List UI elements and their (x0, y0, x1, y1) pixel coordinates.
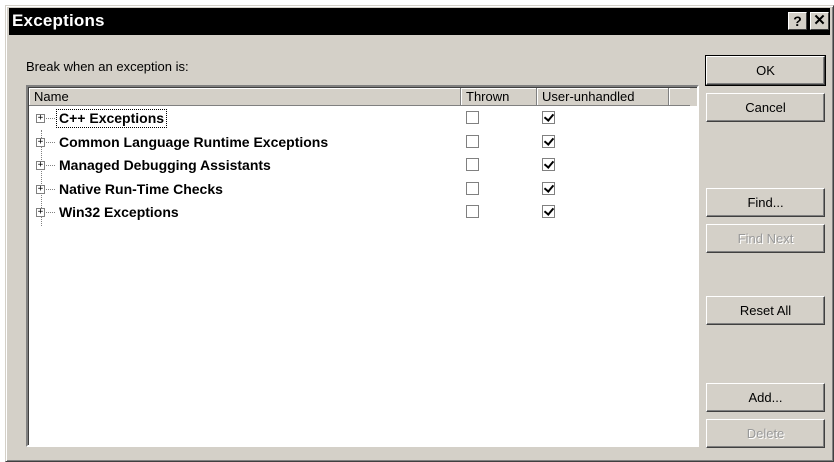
user-unhandled-checkbox[interactable] (542, 205, 555, 218)
reset-all-button[interactable]: Reset All (706, 296, 825, 325)
close-button[interactable]: ✕ (810, 12, 829, 30)
title-bar[interactable]: Exceptions ? ✕ (9, 8, 830, 35)
find-button[interactable]: Find... (706, 188, 825, 217)
break-when-label: Break when an exception is: (26, 59, 189, 74)
exception-category-row[interactable]: + C++ Exceptions (29, 108, 690, 131)
thrown-checkbox[interactable] (466, 134, 479, 148)
add-button[interactable]: Add... (706, 383, 825, 412)
exception-category-row[interactable]: + Win32 Exceptions (29, 202, 690, 225)
delete-button[interactable]: Delete (706, 419, 825, 448)
expand-icon[interactable]: + (36, 114, 45, 123)
cancel-button[interactable]: Cancel (706, 93, 825, 122)
column-header-filler (669, 88, 690, 106)
tree-branch-line (46, 141, 55, 143)
user-unhandled-checkbox[interactable] (542, 134, 555, 148)
user-unhandled-checkbox[interactable] (542, 181, 555, 195)
list-rows: + C++ Exceptions + Common Language Runtime … (29, 106, 697, 445)
thrown-checkbox[interactable] (466, 181, 479, 195)
tree-branch-line (46, 212, 55, 213)
exception-category-row[interactable]: + Common Language Runtime Exceptions (29, 132, 690, 155)
tree-branch-line (46, 165, 55, 166)
exception-category-row[interactable]: + Managed Debugging Assistants (29, 155, 690, 178)
exceptions-list[interactable]: Name Thrown User-unhandled + C++ Exceptio… (26, 85, 699, 447)
window-title: Exceptions (12, 11, 105, 30)
exceptions-dialog: Exceptions ? ✕ Break when an exception i… (5, 5, 834, 462)
expand-icon[interactable]: + (36, 161, 45, 170)
tree-branch-line (46, 118, 55, 119)
thrown-checkbox[interactable] (466, 111, 479, 124)
user-unhandled-checkbox[interactable] (542, 111, 555, 124)
expand-icon[interactable]: + (36, 184, 45, 194)
tree-branch-line (46, 188, 55, 190)
expand-icon[interactable]: + (36, 208, 45, 217)
column-header-user-unhandled[interactable]: User-unhandled (537, 88, 669, 106)
exception-category-row[interactable]: + Native Run-Time Checks (29, 179, 690, 202)
list-header: Name Thrown User-unhandled (29, 88, 697, 106)
find-next-button[interactable]: Find Next (706, 224, 825, 253)
ok-button[interactable]: OK (705, 55, 826, 86)
exception-category-label[interactable]: Managed Debugging Assistants (57, 157, 273, 174)
exception-category-label[interactable]: Native Run-Time Checks (57, 181, 225, 198)
exception-category-label[interactable]: C++ Exceptions (55, 109, 168, 128)
exception-category-label[interactable]: Common Language Runtime Exceptions (57, 134, 330, 151)
column-header-thrown[interactable]: Thrown (461, 88, 537, 106)
help-button[interactable]: ? (788, 12, 807, 30)
user-unhandled-checkbox[interactable] (542, 158, 555, 171)
exception-category-label[interactable]: Win32 Exceptions (57, 204, 181, 221)
thrown-checkbox[interactable] (466, 205, 479, 218)
expand-icon[interactable]: + (36, 137, 45, 147)
column-header-name[interactable]: Name (29, 88, 461, 106)
thrown-checkbox[interactable] (466, 158, 479, 171)
